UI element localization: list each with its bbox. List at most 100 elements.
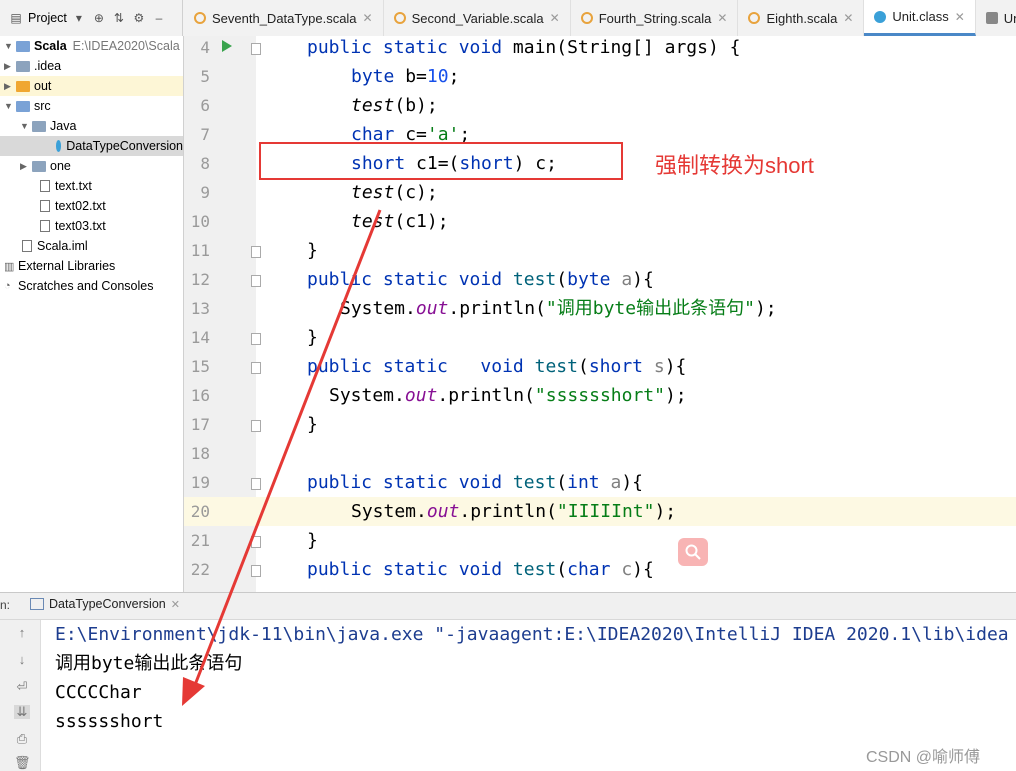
editor-tabs: Seventh_DataType.scala ✕ Second_Variable…: [184, 0, 1016, 36]
console-output-line: E:\Environment\jdk-11\bin\java.exe "-jav…: [55, 624, 1009, 645]
search-icon[interactable]: [678, 538, 708, 566]
close-icon[interactable]: ✕: [717, 11, 727, 25]
code-line-5: byte b=10;: [351, 62, 459, 91]
tree-item-out[interactable]: ▶ out: [0, 76, 183, 96]
code-token: public static void: [307, 472, 503, 493]
fold-marker[interactable]: [251, 362, 261, 374]
fold-marker[interactable]: [251, 275, 261, 287]
code-line-4: public static void main(String[] args) {: [307, 33, 741, 62]
chevron-right-icon[interactable]: ▶: [4, 81, 14, 92]
tab-fourth-string[interactable]: Fourth_String.scala ✕: [571, 0, 739, 36]
run-gutter-icon[interactable]: [222, 40, 232, 52]
watermark: CSDN @喻师傅: [866, 749, 981, 766]
project-dropdown[interactable]: Project: [28, 11, 67, 25]
tree-root-scala[interactable]: ▼ Scala E:\IDEA2020\Scala: [0, 36, 183, 56]
code-token: s: [643, 356, 665, 377]
tree-item-idea[interactable]: ▶ .idea: [0, 56, 183, 76]
trash-icon[interactable]: 🗑: [14, 756, 31, 770]
chevron-right-icon[interactable]: ▶: [20, 161, 30, 172]
annotation-highlight-box: [259, 142, 623, 180]
run-tab[interactable]: DataTypeConversion ✕: [30, 597, 180, 611]
tree-item-text02[interactable]: text02.txt: [0, 196, 183, 216]
minimize-icon[interactable]: –: [151, 11, 167, 25]
arrow-down-icon[interactable]: ↓: [14, 653, 30, 667]
locate-icon[interactable]: ⊕: [91, 11, 107, 25]
tree-item-scala-iml[interactable]: Scala.iml: [0, 236, 183, 256]
run-tab-label: DataTypeConversion: [49, 597, 166, 611]
fold-marker[interactable]: [251, 536, 261, 548]
tab-second-variable[interactable]: Second_Variable.scala ✕: [384, 0, 571, 36]
close-icon[interactable]: ✕: [550, 11, 560, 25]
gear-icon[interactable]: ⚙: [131, 11, 147, 25]
code-token: public static void: [307, 37, 503, 58]
class-icon: [56, 140, 62, 152]
line-number: 11: [190, 241, 210, 260]
tree-item-datatypeconversion[interactable]: DataTypeConversion: [0, 136, 183, 156]
chevron-down-icon[interactable]: ▼: [4, 101, 14, 111]
close-icon[interactable]: ✕: [363, 11, 373, 25]
folder-icon: [32, 160, 46, 172]
code-token: 10: [426, 66, 449, 87]
code-token: out: [415, 298, 449, 319]
code-token: public static: [307, 356, 448, 377]
chevron-down-icon[interactable]: ▾: [71, 11, 87, 25]
tab-seventh-datatype[interactable]: Seventh_DataType.scala ✕: [184, 0, 384, 36]
tree-item-scratches[interactable]: ◔ Scratches and Consoles: [0, 276, 183, 296]
code-token: "sssssshort": [534, 385, 665, 406]
scroll-to-end-icon[interactable]: ⇊: [14, 705, 30, 719]
line-number: 16: [190, 386, 210, 405]
fold-marker[interactable]: [251, 420, 261, 432]
folder-icon: [16, 40, 30, 52]
close-icon[interactable]: ✕: [843, 11, 853, 25]
line-number: 18: [190, 444, 210, 463]
arrow-up-icon[interactable]: ↑: [14, 626, 30, 640]
tree-label: Java: [50, 119, 77, 133]
collapse-icon[interactable]: ⇅: [111, 11, 127, 25]
code-token: ){: [664, 356, 687, 377]
scala-file-icon: [748, 12, 761, 24]
print-icon[interactable]: ⎙: [14, 732, 30, 746]
tab-eighth[interactable]: Eighth.scala ✕: [738, 0, 865, 36]
line-number: 5: [200, 67, 210, 86]
fold-marker[interactable]: [251, 333, 261, 345]
line-number: 14: [190, 328, 210, 347]
chevron-down-icon[interactable]: ▼: [20, 121, 30, 131]
chevron-down-icon[interactable]: ▼: [4, 41, 14, 51]
fold-marker[interactable]: [251, 43, 261, 55]
tree-label: text.txt: [55, 179, 92, 193]
code-token: public static void: [307, 269, 503, 290]
code-token: ){: [632, 559, 654, 580]
tree-label: one: [50, 159, 71, 173]
root-path: E:\IDEA2020\Scala: [72, 39, 180, 53]
tree-item-text[interactable]: text.txt: [0, 176, 183, 196]
fold-marker[interactable]: [251, 478, 261, 490]
tree-item-java[interactable]: ▼ Java: [0, 116, 183, 136]
tree-label: Scala.iml: [37, 239, 88, 253]
root-name: Scala: [34, 39, 67, 53]
close-icon[interactable]: ✕: [955, 10, 965, 24]
fold-marker[interactable]: [251, 565, 261, 577]
code-line-19: public static void test(int a){: [307, 468, 643, 497]
code-token: int: [567, 472, 600, 493]
code-line-12: public static void test(byte a){: [307, 265, 654, 294]
close-icon[interactable]: ✕: [171, 598, 180, 611]
line-number: 7: [200, 125, 210, 144]
code-token: System.: [329, 385, 405, 406]
code-line-14: }: [307, 327, 318, 348]
file-icon: [985, 12, 998, 24]
tree-item-external-libraries[interactable]: ▥ External Libraries: [0, 256, 183, 276]
code-token: "调用byte输出此条语句": [545, 298, 755, 319]
tree-item-text03[interactable]: text03.txt: [0, 216, 183, 236]
code-token: a: [610, 269, 633, 290]
tree-item-one[interactable]: ▶ one: [0, 156, 183, 176]
code-token: test: [512, 269, 557, 290]
chevron-right-icon[interactable]: ▶: [4, 61, 14, 72]
fold-marker[interactable]: [251, 246, 261, 258]
code-token: (: [556, 472, 568, 493]
tab-unit-de[interactable]: Unit.de: [976, 0, 1016, 36]
scala-file-icon: [580, 12, 593, 24]
soft-wrap-icon[interactable]: ⏎: [14, 680, 30, 694]
code-token: out: [426, 501, 460, 522]
tree-item-src[interactable]: ▼ src: [0, 96, 183, 116]
tab-unit-class[interactable]: Unit.class ✕: [864, 0, 976, 36]
